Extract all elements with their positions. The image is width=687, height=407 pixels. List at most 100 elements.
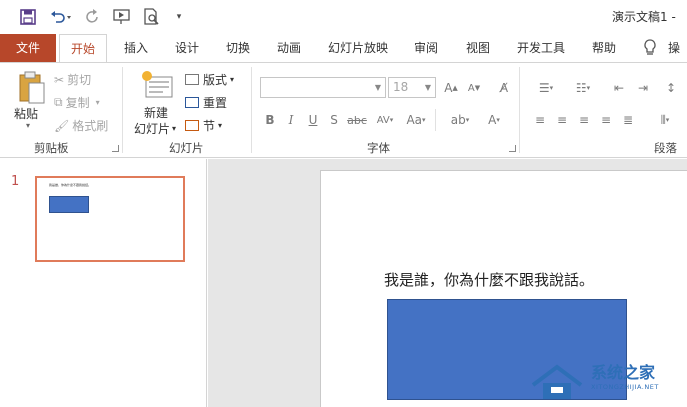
tab-view[interactable]: 视图 [459,34,497,62]
reset-button[interactable]: 重置 [185,94,227,111]
layout-button[interactable]: 版式 ▾ [185,71,234,88]
decrease-indent-icon[interactable]: ⇤ [608,79,630,97]
group-divider [519,67,520,153]
font-dialog-launcher-icon[interactable] [509,145,516,152]
justify-icon[interactable]: ≡ [597,111,615,129]
new-slide-icon[interactable] [140,69,174,103]
tab-transitions[interactable]: 切换 [219,34,257,62]
strikethrough-icon[interactable]: abc [347,111,367,129]
underline-icon[interactable]: U [305,111,321,129]
tab-help[interactable]: 帮助 [585,34,623,62]
align-right-icon[interactable]: ≡ [575,111,593,129]
scissors-icon: ✂ [54,72,65,87]
font-name-dropdown-icon[interactable]: ▼ [375,83,381,92]
group-divider [122,67,123,153]
bold-icon[interactable]: B [262,111,278,129]
section-dropdown-icon[interactable]: ▾ [218,121,222,130]
highlight-color-icon[interactable]: ab ▾ [446,111,474,129]
align-center-icon[interactable]: ≡ [553,111,571,129]
change-case-icon[interactable]: Aa ▾ [403,111,429,129]
ribbon-home: 粘贴 ▾ ✂ 剪切 ⧉ 复制 ▾ 🖌 格式刷 剪贴板 新建 幻灯片 ▾ 版式 ▾ 重置 节 ▾ [0,62,687,158]
section-label: 节 [203,119,216,133]
font-size-dropdown-icon[interactable]: ▼ [425,83,431,92]
layout-label: 版式 [203,73,228,87]
paintbrush-icon: 🖌 [54,118,70,133]
format-painter-label: 格式刷 [72,119,109,133]
tab-slideshow[interactable]: 幻灯片放映 [322,34,394,62]
increase-font-size-icon[interactable]: A ▲ [440,79,462,97]
group-divider [251,67,252,153]
section-button[interactable]: 节 ▾ [185,117,222,134]
font-size-combobox[interactable]: 18 ▼ [388,77,436,98]
character-spacing-icon[interactable]: AV ▾ [372,111,398,129]
tab-tell-me[interactable]: 操 [668,34,687,62]
cut-label: 剪切 [67,73,92,87]
print-preview-icon[interactable] [142,7,162,27]
window-title: 演示文稿1 - [612,10,676,24]
watermark-title: 系统之家 [591,363,656,382]
redo-icon[interactable] [84,7,102,27]
tab-animations[interactable]: 动画 [270,34,308,62]
watermark-subtitle: XITONGZHIJIA.NET [591,383,659,391]
powerpoint-window: ▾ 演示文稿1 - 文件 开始 插入 设计 切换 动画 幻灯片放映 审阅 视图 … [0,0,687,407]
ribbon-tabs: 文件 开始 插入 设计 切换 动画 幻灯片放映 审阅 视图 开发工具 帮助 操 [0,34,687,63]
reset-label: 重置 [203,96,228,110]
font-color-icon[interactable]: A ▾ [481,111,507,129]
decrease-font-size-icon[interactable]: A ▼ [464,79,484,97]
text-shadow-icon[interactable]: S [326,111,342,129]
distributed-icon[interactable]: ≣ [619,111,637,129]
paste-icon [19,71,45,104]
customize-qat-icon[interactable]: ▾ [172,7,186,27]
new-slide-label-line2: 幻灯片 [134,122,171,136]
font-group-label: 字体 [367,141,390,155]
thumbnail-rectangle [49,196,89,213]
undo-icon[interactable] [48,7,74,27]
clipboard-group-label: 剪贴板 [34,141,69,155]
watermark: 系统之家 XITONGZHIJIA.NET [527,355,687,407]
slide-number: 1 [11,174,20,189]
paste-button[interactable] [14,71,48,105]
house-logo-icon [531,364,583,399]
font-name-combobox[interactable]: ▼ [260,77,386,98]
columns-icon[interactable]: ⫴ ▾ [650,111,680,129]
paragraph-group-label: 段落 [654,141,677,155]
paste-dropdown-icon[interactable]: ▾ [26,121,30,130]
layout-icon [185,74,199,85]
paste-label: 粘贴 [14,107,39,121]
tab-design[interactable]: 设计 [168,34,206,62]
slides-group-label: 幻灯片 [169,141,204,155]
numbering-icon[interactable]: ☷ ▾ [568,79,598,97]
new-slide-button[interactable]: 幻灯片 ▾ [134,120,176,137]
reset-icon [185,97,199,108]
slide-text-box[interactable]: 我是誰，你為什麼不跟我說話。 [384,269,594,290]
inline-divider [435,109,436,131]
thumbnail-text: 我是誰，你為什麼不跟我說話。 [49,183,92,187]
bullets-icon[interactable]: ☰ ▾ [531,79,561,97]
tab-file[interactable]: 文件 [0,34,56,62]
slide-thumbnail-pane: 1 我是誰，你為什麼不跟我說話。 [0,159,207,407]
increase-indent-icon[interactable]: ⇥ [632,79,654,97]
layout-dropdown-icon[interactable]: ▾ [230,75,234,84]
tab-insert[interactable]: 插入 [117,34,155,62]
copy-button[interactable]: ⧉ 复制 ▾ [54,94,100,111]
tab-home[interactable]: 开始 [59,34,107,63]
align-left-icon[interactable]: ≡ [531,111,549,129]
tab-review[interactable]: 审阅 [407,34,445,62]
clear-formatting-icon[interactable]: A̸ [494,79,514,97]
new-slide-dropdown-icon[interactable]: ▾ [172,124,176,133]
font-size-value: 18 [393,80,409,94]
slideshow-from-start-icon[interactable] [112,7,134,27]
lightbulb-icon[interactable] [640,34,660,62]
line-spacing-icon[interactable]: ↕ [660,79,682,97]
save-icon[interactable] [18,7,38,27]
copy-icon: ⧉ [54,95,63,109]
tab-developer[interactable]: 开发工具 [510,34,572,62]
new-slide-label-line1[interactable]: 新建 [144,104,168,121]
cut-button[interactable]: ✂ 剪切 [54,71,91,88]
copy-label: 复制 [65,96,90,110]
format-painter-button[interactable]: 🖌 格式刷 [54,117,108,134]
italic-icon[interactable]: I [283,111,299,129]
clipboard-dialog-launcher-icon[interactable] [112,145,119,152]
copy-dropdown-icon[interactable]: ▾ [96,98,100,107]
slide-thumbnail[interactable]: 我是誰，你為什麼不跟我說話。 [35,176,185,262]
